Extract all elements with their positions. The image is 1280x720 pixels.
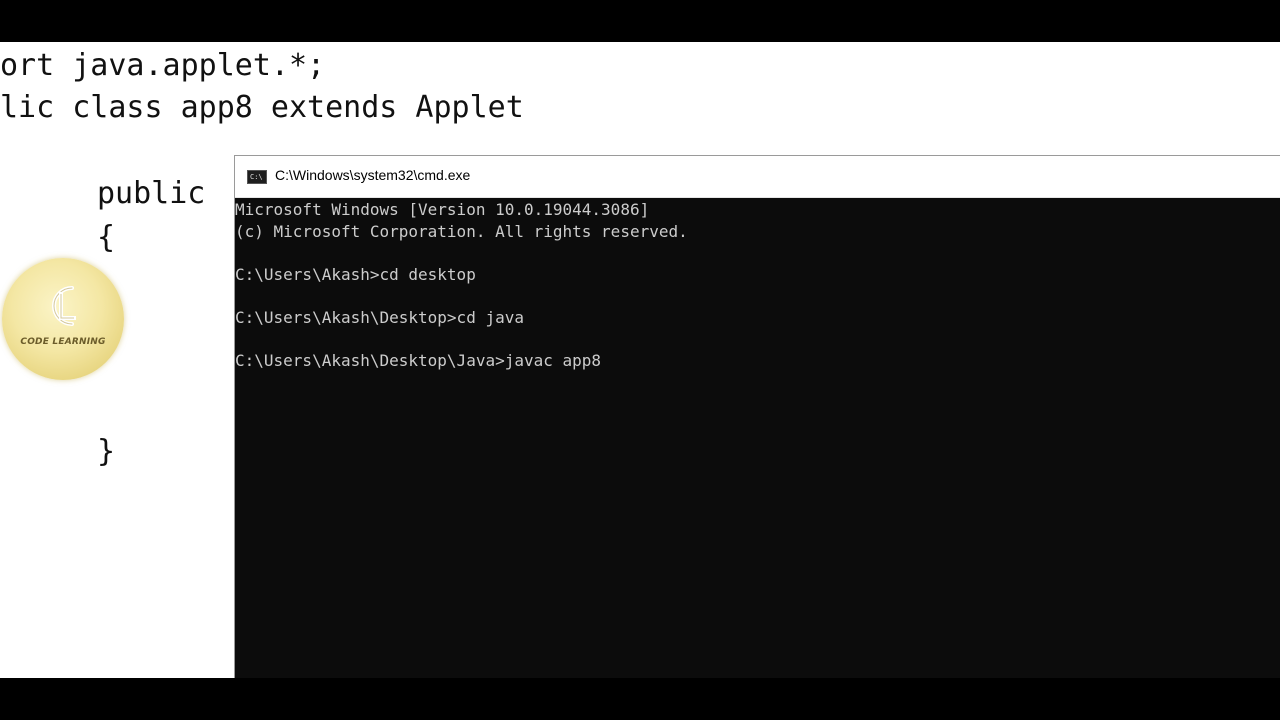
code-line-method-declaration: public <box>97 176 206 211</box>
cmd-titlebar[interactable]: C:\ C:\Windows\system32\cmd.exe <box>235 156 1280 198</box>
code-learning-logo-text: CODE LEARNING <box>20 337 106 347</box>
console-line-javac-prompt[interactable]: C:\Users\Akash\Desktop\Java>javac app8 <box>235 350 1280 372</box>
code-learning-logo: CODE LEARNING <box>2 258 124 380</box>
code-line-class-declaration: lic class app8 extends Applet <box>0 90 524 125</box>
cmd-console-output[interactable]: Microsoft Windows [Version 10.0.19044.30… <box>235 198 1280 371</box>
cmd-prompt-icon: C:\ <box>250 173 263 181</box>
video-frame: ort java.applet.*; lic class app8 extend… <box>0 0 1280 720</box>
cmd-app-icon[interactable]: C:\ <box>247 170 267 184</box>
console-line-cd-java: C:\Users\Akash\Desktop>cd java <box>235 307 524 327</box>
code-learning-logo-icon <box>52 286 76 326</box>
cmd-window-title: C:\Windows\system32\cmd.exe <box>275 167 471 183</box>
code-line-open-brace: { <box>97 220 116 255</box>
console-line-copyright: (c) Microsoft Corporation. All rights re… <box>235 221 688 241</box>
console-line-cd-desktop: C:\Users\Akash>cd desktop <box>235 264 476 284</box>
console-line-version: Microsoft Windows [Version 10.0.19044.30… <box>235 200 650 219</box>
cmd-window[interactable]: C:\ C:\Windows\system32\cmd.exe Microsof… <box>234 155 1280 678</box>
code-line-close-brace: } <box>97 434 116 469</box>
code-line-import: ort java.applet.*; <box>0 48 326 83</box>
